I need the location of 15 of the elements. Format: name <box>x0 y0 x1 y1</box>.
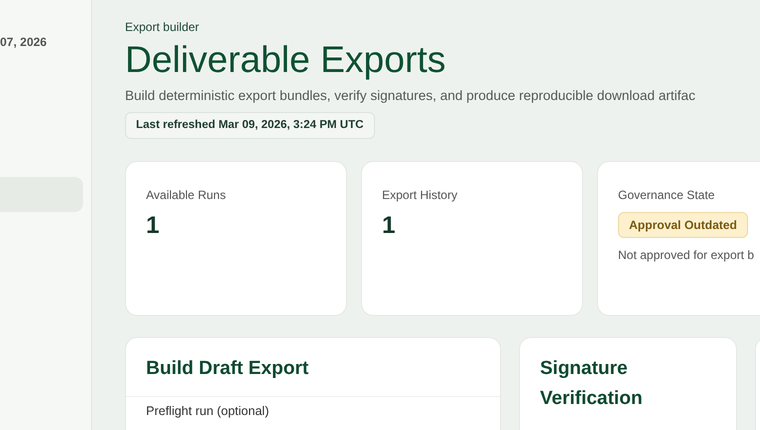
stat-label: Available Runs <box>146 187 227 204</box>
stat-value: 1 <box>382 211 396 242</box>
page-title: Deliverable Exports <box>125 38 447 82</box>
page-subtitle: Build deterministic export bundles, verify signatures, and produce reproducible download artifac <box>125 87 696 105</box>
panel-title: Signature Verification <box>540 357 644 412</box>
field-label: Preflight run (optional) <box>145 403 270 420</box>
stat-label: Export History <box>382 187 458 204</box>
stat-label: Governance State <box>618 187 716 204</box>
stat-value: 1 <box>146 211 160 242</box>
date-text: 07, 2026 <box>0 34 48 51</box>
eyebrow-text: Export builder <box>125 19 200 35</box>
status-badge: Approval Outdated <box>618 212 748 238</box>
last-refreshed-badge: Last refreshed Mar 09, 2026, 3:24 PM UTC <box>125 112 375 140</box>
stat-note: Not approved for export b <box>618 247 756 264</box>
panel-title: Build Draft Export <box>146 357 310 382</box>
